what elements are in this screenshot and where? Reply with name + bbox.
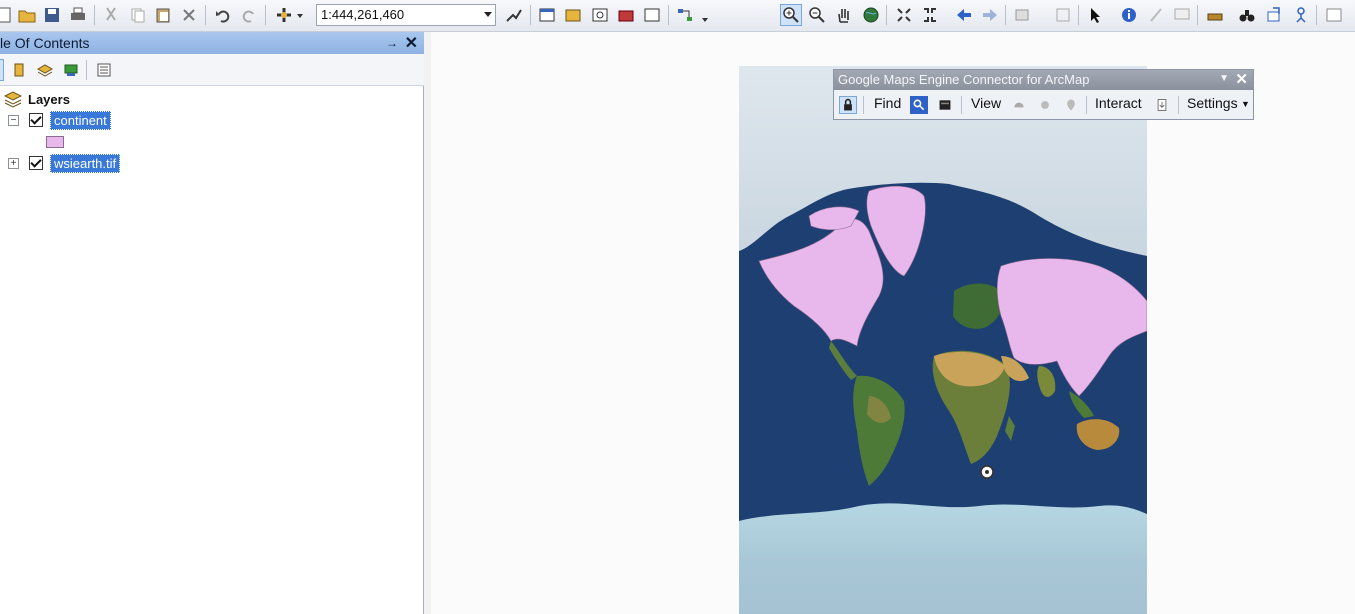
paste-icon[interactable]	[152, 4, 174, 26]
layer-name[interactable]: wsiearth.tif	[50, 153, 121, 173]
interact-button[interactable]: Interact	[1095, 95, 1142, 111]
undo-icon[interactable]	[212, 4, 234, 26]
map-scale-value: 1:444,261,460	[321, 7, 405, 22]
cut-icon[interactable]	[100, 4, 122, 26]
arccatalog-icon[interactable]	[562, 4, 584, 26]
measure-icon[interactable]	[1204, 4, 1226, 26]
zoom-out-icon[interactable]	[806, 4, 828, 26]
main-toolbar: 1:444,261,460	[0, 0, 1355, 32]
placemark-icon[interactable]	[1062, 96, 1080, 114]
layers-stack-icon	[4, 91, 22, 108]
redo-icon[interactable]	[238, 4, 260, 26]
model-builder-icon[interactable]	[674, 4, 696, 26]
settings-dropdown-icon[interactable]: ▼	[1241, 99, 1250, 109]
toolbar-options-icon[interactable]	[699, 4, 711, 26]
layer-visibility-checkbox[interactable]	[29, 156, 43, 170]
toc-title: le Of Contents	[0, 35, 90, 51]
toc-title-bar: le Of Contents → ✕	[0, 32, 424, 54]
view-button[interactable]: View	[971, 95, 1001, 111]
time-slider-icon[interactable]	[1290, 4, 1312, 26]
toc-layer-tree: Layers − continent + wsiearth.tif	[0, 86, 424, 614]
legend-row-continent	[46, 132, 64, 152]
layers-root[interactable]: Layers	[4, 89, 70, 109]
hyperlink-icon[interactable]	[1145, 4, 1167, 26]
toc-options-icon[interactable]	[93, 59, 115, 81]
gme-connector-toolbar: Google Maps Engine Connector for ArcMap …	[833, 69, 1254, 120]
list-by-selection-icon[interactable]	[60, 59, 82, 81]
pan-hand-icon[interactable]	[833, 4, 855, 26]
legend-swatch[interactable]	[46, 136, 64, 148]
new-document-icon[interactable]	[0, 4, 16, 26]
catalog-window-icon[interactable]	[536, 4, 558, 26]
earth-view-icon[interactable]	[1036, 96, 1054, 114]
layer-visibility-checkbox[interactable]	[29, 113, 43, 127]
select-elements-arrow-icon[interactable]	[1085, 4, 1107, 26]
arctoolbox-icon[interactable]	[615, 4, 637, 26]
world-map-image	[739, 66, 1147, 614]
toolbar-menu-caret-icon[interactable]: ▼	[1219, 73, 1229, 84]
go-to-xy-icon[interactable]	[1263, 4, 1285, 26]
chevron-down-icon	[484, 12, 492, 17]
back-extent-icon[interactable]	[953, 4, 975, 26]
print-icon[interactable]	[67, 4, 89, 26]
python-window-icon[interactable]	[641, 4, 663, 26]
list-by-drawing-order-icon[interactable]	[0, 59, 4, 81]
clear-selection-icon[interactable]	[1052, 4, 1074, 26]
open-folder-icon[interactable]	[16, 4, 38, 26]
map-view-icon[interactable]	[1010, 96, 1028, 114]
select-features-icon[interactable]	[1012, 4, 1034, 26]
add-data-dropdown-icon[interactable]	[294, 4, 306, 26]
close-icon[interactable]: ✕	[1235, 70, 1248, 88]
lock-icon[interactable]	[839, 96, 857, 114]
fixed-zoom-in-icon[interactable]	[893, 4, 915, 26]
save-icon[interactable]	[41, 4, 63, 26]
add-data-icon[interactable]	[273, 4, 295, 26]
delete-icon[interactable]	[178, 4, 200, 26]
fixed-zoom-out-icon[interactable]	[919, 4, 941, 26]
html-popup-icon[interactable]	[1171, 4, 1193, 26]
download-icon[interactable]	[1153, 96, 1171, 114]
collapse-icon[interactable]: −	[8, 114, 19, 126]
copy-icon[interactable]	[127, 4, 149, 26]
viewer-window-icon[interactable]	[1323, 4, 1345, 26]
editor-icon[interactable]	[503, 4, 525, 26]
gallery-icon[interactable]	[936, 96, 954, 114]
list-by-visibility-icon[interactable]	[34, 59, 56, 81]
forward-extent-icon[interactable]	[979, 4, 1001, 26]
map-scale-select[interactable]: 1:444,261,460	[316, 4, 496, 26]
full-extent-globe-icon[interactable]	[860, 4, 882, 26]
layers-root-label: Layers	[28, 91, 70, 107]
gme-button-bar: Find View Interact Settings ▼	[834, 90, 1253, 120]
world-map-graphic	[739, 66, 1147, 614]
find-button[interactable]: Find	[874, 95, 901, 111]
layer-name[interactable]: continent	[50, 110, 111, 130]
settings-button[interactable]: Settings	[1187, 95, 1238, 111]
close-icon[interactable]: ✕	[405, 33, 418, 53]
search-window-icon[interactable]	[589, 4, 611, 26]
identify-info-icon[interactable]	[1118, 4, 1140, 26]
expand-icon[interactable]: +	[8, 157, 19, 169]
gme-title-bar[interactable]: Google Maps Engine Connector for ArcMap …	[834, 70, 1253, 90]
list-by-source-icon[interactable]	[8, 59, 30, 81]
zoom-in-icon[interactable]	[780, 4, 802, 26]
pin-icon[interactable]: →	[386, 36, 398, 50]
search-icon[interactable]	[910, 96, 928, 114]
toc-toolbar	[0, 54, 424, 86]
gme-title: Google Maps Engine Connector for ArcMap	[838, 72, 1090, 87]
find-binoculars-icon[interactable]	[1236, 4, 1258, 26]
table-of-contents-panel: le Of Contents → ✕ Layers − continent + …	[0, 32, 424, 614]
layer-row-wsiearth[interactable]: + wsiearth.tif	[8, 153, 121, 173]
layer-row-continent[interactable]: − continent	[8, 110, 111, 130]
